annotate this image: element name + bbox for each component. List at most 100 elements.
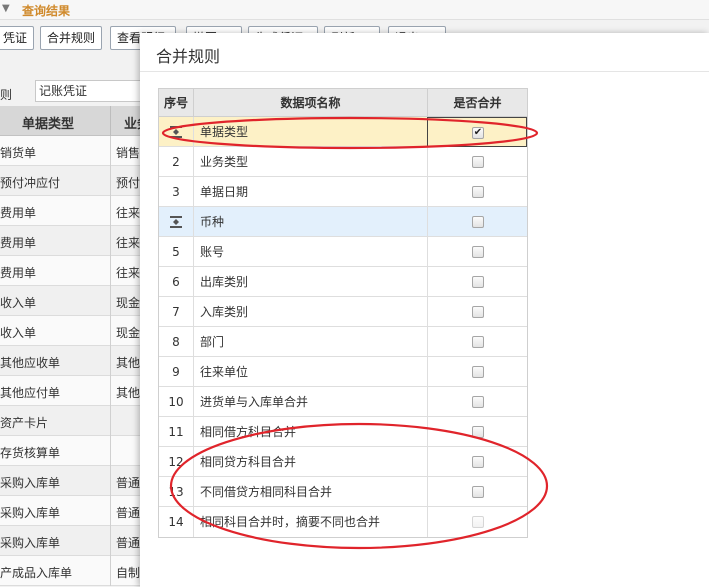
row-seq: 10: [168, 395, 184, 409]
column-header-seq: 序号: [163, 96, 188, 110]
merge-cell: [427, 327, 527, 357]
merge-rule-row[interactable]: 9 往来单位: [159, 357, 527, 387]
row-seq: 3: [172, 185, 180, 199]
merge-checkbox: [472, 516, 484, 528]
merge-checkbox[interactable]: [472, 426, 484, 438]
item-name: 业务类型: [193, 147, 427, 177]
merge-rule-row[interactable]: 14 相同科目合并时，摘要不同也合并: [159, 507, 527, 537]
table-row[interactable]: 存货核算单: [0, 436, 160, 466]
merge-checkbox[interactable]: [472, 336, 484, 348]
merge-rule-row[interactable]: 6 出库类别: [159, 267, 527, 297]
merge-rules-dialog: 合并规则 序号 数据项名称 是否合并 单据类型 ✔ 2 业务类型 3 单据日期 币种 5 账号 6…: [140, 33, 709, 587]
table-row[interactable]: 费用单 往来: [0, 226, 160, 256]
cell-doc-type: 其他应收单: [0, 356, 61, 370]
cell-business: 往来: [116, 236, 141, 250]
merge-cell: [427, 147, 527, 177]
item-name: 出库类别: [193, 267, 427, 297]
merge-rule-row[interactable]: 7 入库类别: [159, 297, 527, 327]
merge-checkbox[interactable]: [472, 186, 484, 198]
table-row[interactable]: 采购入库单 普通: [0, 466, 160, 496]
merge-cell: [427, 267, 527, 297]
table-row[interactable]: 资产卡片: [0, 406, 160, 436]
item-name: 相同科目合并时，摘要不同也合并: [193, 507, 427, 537]
table-row[interactable]: 采购入库单 普通: [0, 496, 160, 526]
merge-rule-row[interactable]: 5 账号: [159, 237, 527, 267]
item-name: 币种: [193, 207, 427, 237]
cell-doc-type: 预付冲应付: [0, 176, 61, 190]
cell-doc-type: 费用单: [0, 266, 37, 280]
merge-rule-row[interactable]: 单据类型 ✔: [159, 117, 527, 147]
merge-rule-row[interactable]: 3 单据日期: [159, 177, 527, 207]
table-row[interactable]: 预付冲应付 预付: [0, 166, 160, 196]
merge-checkbox[interactable]: [472, 456, 484, 468]
row-seq: 2: [172, 155, 180, 169]
item-name: 部门: [193, 327, 427, 357]
merge-checkbox[interactable]: ✔: [472, 127, 484, 139]
result-table: 单据类型 业务 销货单 销售 预付冲应付 预付 费用单 往来 费用单 往来 费用单 往来 收入单 现金…: [0, 106, 160, 586]
table-row[interactable]: 费用单 往来: [0, 256, 160, 286]
cell-business: 现金: [116, 326, 141, 340]
table-row[interactable]: 收入单 现金: [0, 316, 160, 346]
cell-doc-type: 收入单: [0, 296, 37, 310]
merge-cell: [427, 207, 527, 237]
merge-cell: [427, 447, 527, 477]
cell-doc-type: 存货核算单: [0, 446, 61, 460]
merge-rule-row[interactable]: 10 进货单与入库单合并: [159, 387, 527, 417]
merge-cell: [427, 357, 527, 387]
item-name: 相同贷方科目合并: [193, 447, 427, 477]
cell-business: 普通: [116, 536, 141, 550]
cell-business: 往来: [116, 266, 141, 280]
merge-checkbox[interactable]: [472, 396, 484, 408]
merge-checkbox[interactable]: [472, 306, 484, 318]
item-name: 单据日期: [193, 177, 427, 207]
row-seq: 13: [168, 485, 184, 499]
cell-business: 普通: [116, 506, 141, 520]
table-row[interactable]: 其他应付单 其他: [0, 376, 160, 406]
merge-checkbox[interactable]: [472, 366, 484, 378]
merge-rules-button[interactable]: 合并规则: [40, 26, 102, 50]
result-table-header: 单据类型 业务: [0, 106, 160, 136]
merge-rule-row[interactable]: 12 相同贷方科目合并: [159, 447, 527, 477]
chevron-down-icon[interactable]: ▼: [2, 3, 10, 14]
item-name: 不同借贷方相同科目合并: [193, 477, 427, 507]
cell-doc-type: 采购入库单: [0, 506, 61, 520]
table-row[interactable]: 费用单 往来: [0, 196, 160, 226]
cell-business: 预付: [116, 176, 141, 190]
cell-business: 销售: [116, 146, 141, 160]
row-seq: 7: [172, 305, 180, 319]
merge-cell: [427, 477, 527, 507]
table-row[interactable]: 销货单 销售: [0, 136, 160, 166]
voucher-button[interactable]: 凭证: [0, 26, 34, 50]
row-seq: 11: [168, 425, 184, 439]
merge-checkbox[interactable]: [472, 486, 484, 498]
table-row[interactable]: 产成品入库单 自制: [0, 556, 160, 586]
merge-rule-row[interactable]: 8 部门: [159, 327, 527, 357]
merge-checkbox[interactable]: [472, 246, 484, 258]
cell-doc-type: 其他应付单: [0, 386, 61, 400]
column-header-item-name: 数据项名称: [193, 89, 427, 117]
merge-rule-row[interactable]: 2 业务类型: [159, 147, 527, 177]
cell-business: 往来: [116, 206, 141, 220]
merge-cell: [427, 177, 527, 207]
merge-checkbox[interactable]: [472, 216, 484, 228]
item-name: 入库类别: [193, 297, 427, 327]
table-row[interactable]: 采购入库单 普通: [0, 526, 160, 556]
merge-rule-row[interactable]: 13 不同借贷方相同科目合并: [159, 477, 527, 507]
merge-checkbox[interactable]: [472, 156, 484, 168]
dialog-divider: [140, 71, 709, 72]
cell-business: 现金: [116, 296, 141, 310]
merge-checkbox[interactable]: [472, 276, 484, 288]
merge-rule-row[interactable]: 11 相同借方科目合并: [159, 417, 527, 447]
drag-handle-icon: [159, 207, 193, 237]
cell-doc-type: 采购入库单: [0, 476, 61, 490]
row-seq: 5: [172, 245, 180, 259]
cell-doc-type: 销货单: [0, 146, 37, 160]
merge-cell: [427, 237, 527, 267]
column-header-doc-type[interactable]: 单据类型: [22, 113, 74, 132]
table-row[interactable]: 其他应收单 其他: [0, 346, 160, 376]
table-row[interactable]: 收入单 现金: [0, 286, 160, 316]
row-seq: 8: [172, 335, 180, 349]
merge-cell: [427, 417, 527, 447]
merge-rule-row[interactable]: 币种: [159, 207, 527, 237]
item-name: 相同借方科目合并: [193, 417, 427, 447]
